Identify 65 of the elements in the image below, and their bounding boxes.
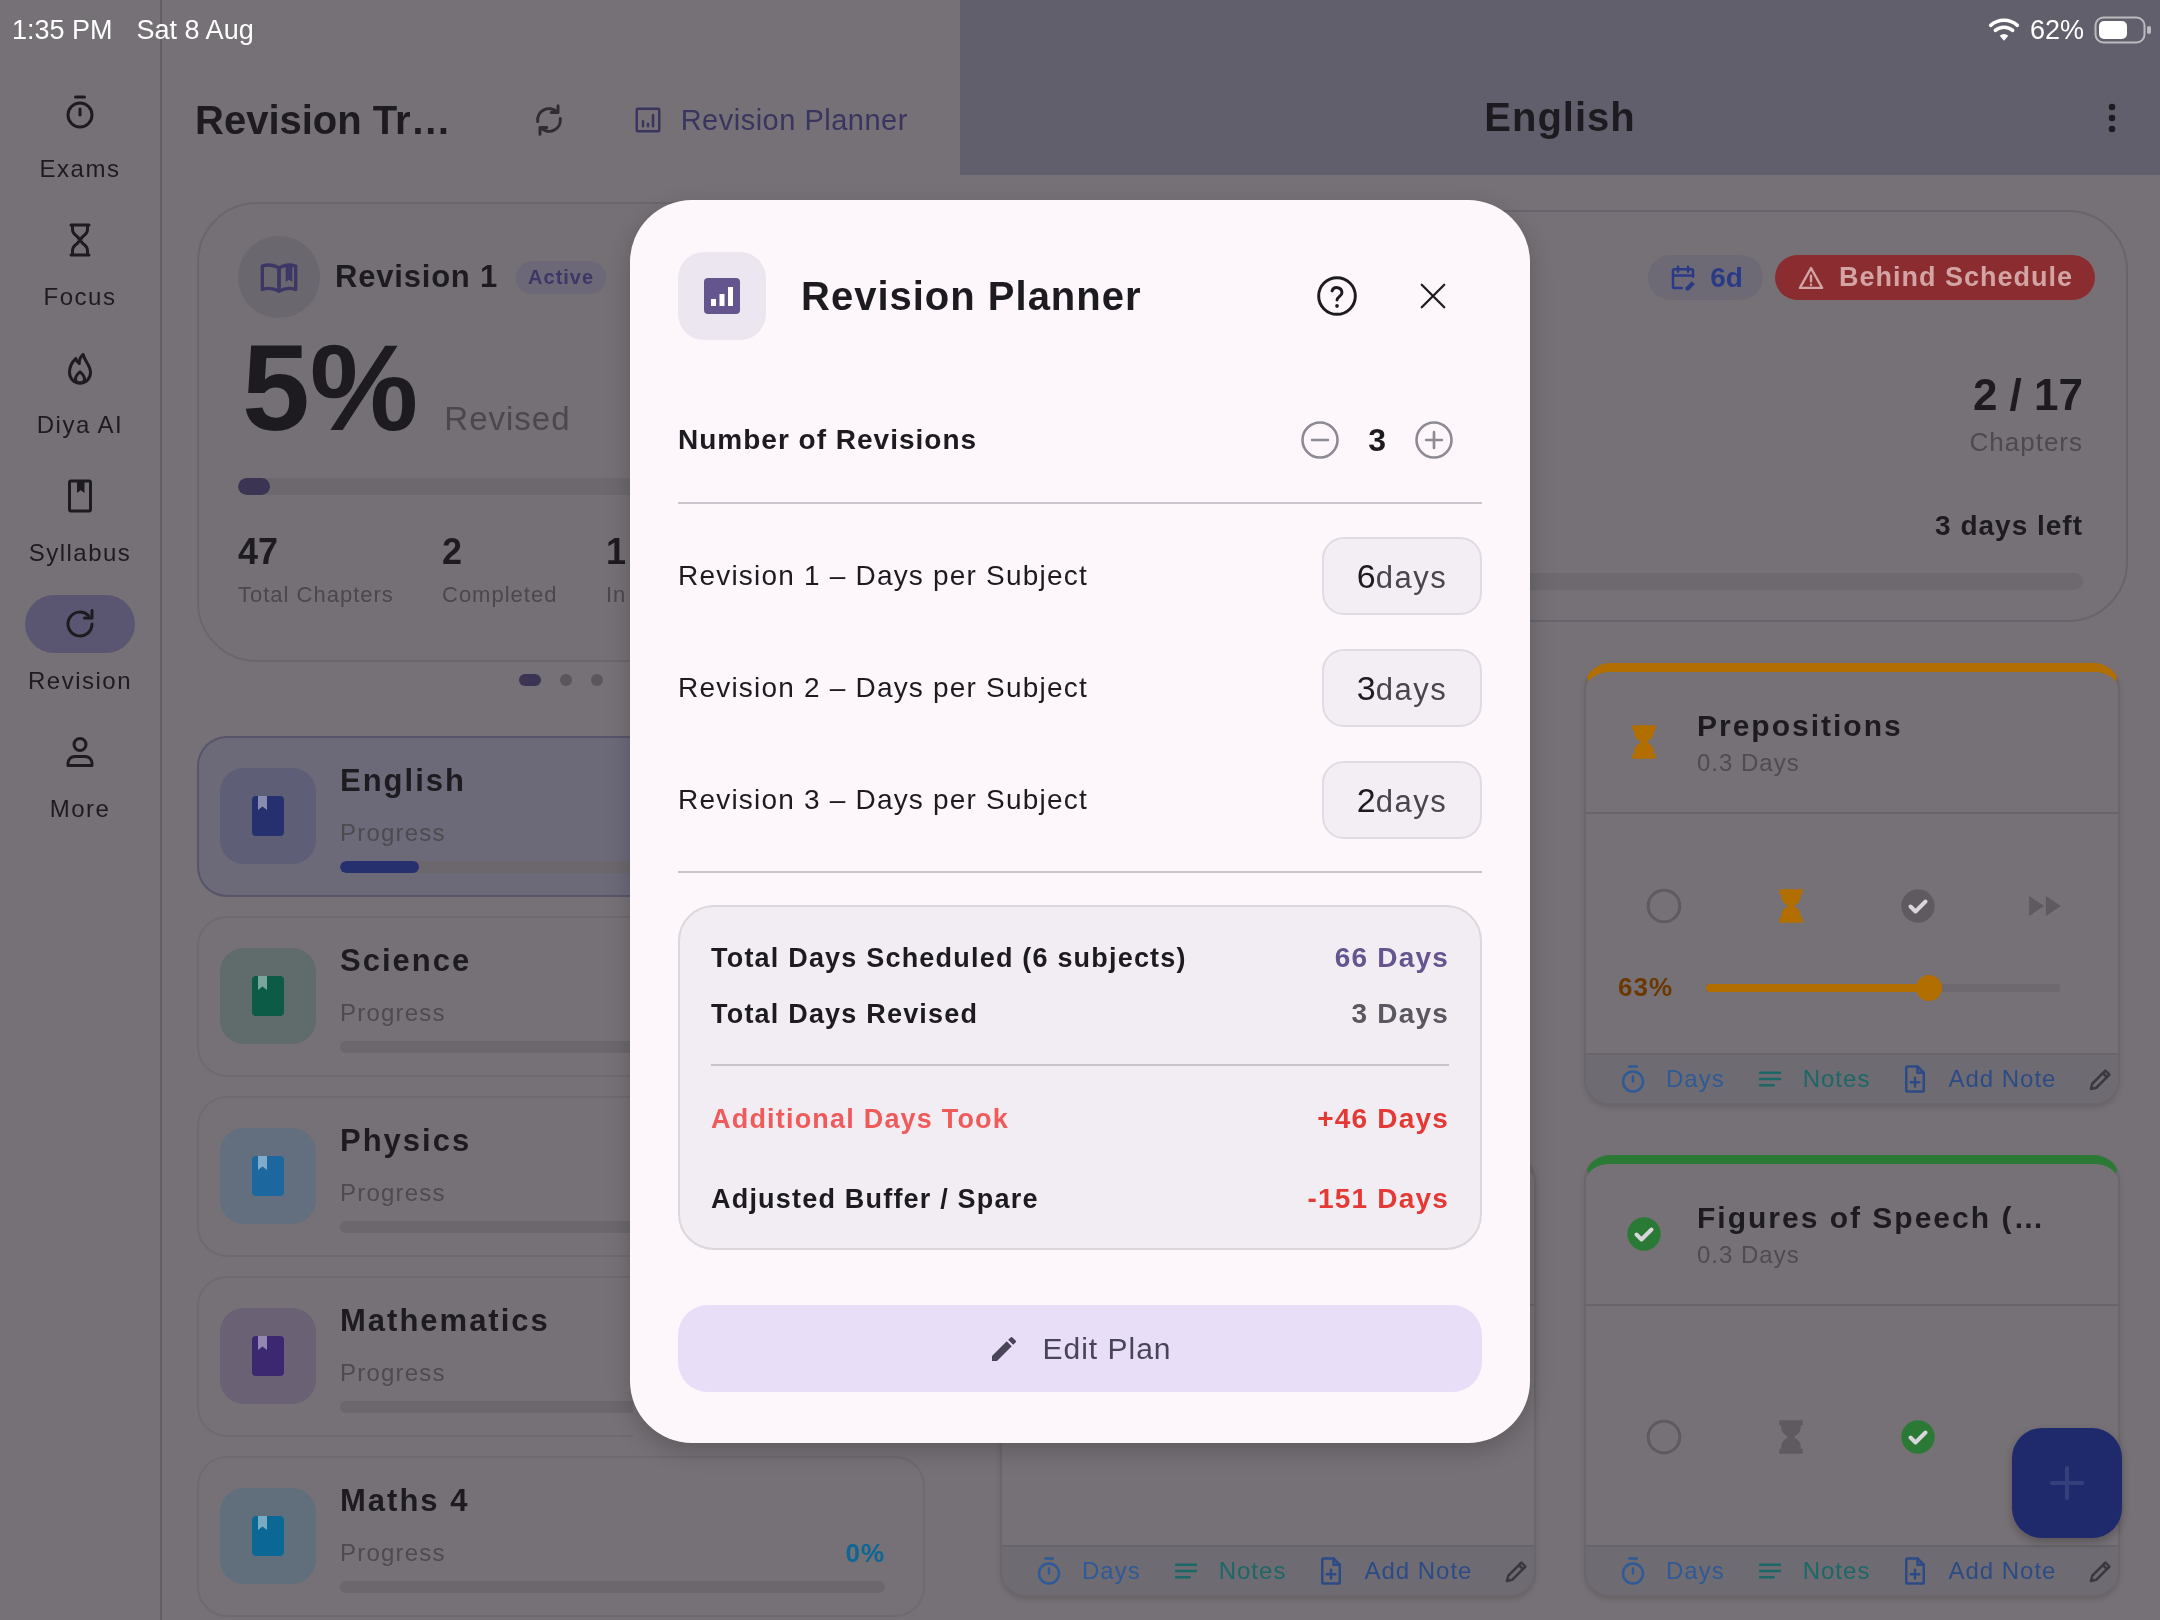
chapter-title: Figures of Speech (… [1697,1200,2046,1236]
row-label: Revision 3 – Days per Subject [678,784,1088,816]
nav-item[interactable]: Exams [0,83,160,211]
summary-label: Total Days Scheduled (6 subjects) [711,942,1187,975]
subject-name: Physics [340,1122,472,1160]
chapter-title: Prepositions [1697,708,1903,744]
summary-value: +46 Days [1317,1102,1449,1136]
subject-title: English [1484,95,1636,140]
book-icon [220,1308,316,1404]
row-label: Revision 1 – Days per Subject [678,560,1088,592]
progress-reading: 63% [1618,972,1675,1003]
summary-label: Additional Days Took [711,1103,1010,1136]
progress-percent: 0% [845,1537,885,1569]
stat-value: 1 [606,532,627,572]
minus-circle-icon[interactable] [1299,419,1342,461]
battery-percentage: 62% [2029,14,2084,46]
book-icon [220,948,316,1044]
plus-circle-icon[interactable] [1413,419,1455,461]
days-field[interactable]: 2days [1322,761,1482,839]
summary-value: 3 Days [1351,997,1449,1031]
deadline-chip[interactable]: 6d [1648,255,1763,300]
add-button[interactable] [2012,1428,2122,1538]
page-dot[interactable] [591,673,603,686]
dialog-title: Revision Planner [801,273,1142,319]
status-time: 1:35 PM [12,14,113,46]
days-field[interactable]: 6days [1322,537,1482,615]
summary-value: -151 Days [1307,1182,1449,1216]
summary-label: Total Days Revised [711,998,979,1031]
days-field[interactable]: 3days [1322,649,1482,727]
book-icon [220,768,316,864]
page-title: Revision Tr… [195,97,451,143]
nav-item[interactable]: Syllabus [0,467,160,595]
days-left: 3 days left [1935,509,2084,543]
subject-name: English [340,762,466,800]
book-icon [220,1128,316,1224]
page-dot[interactable] [560,673,572,686]
nav-item[interactable]: Focus [0,211,160,339]
percent-value: 5% [242,333,419,443]
revision-count: 3 [1368,421,1386,459]
subject-name: Science [340,942,472,980]
check-circle-icon [1624,1214,1664,1254]
count-label: Number of Revisions [678,424,978,456]
stat-value: 2 [442,532,464,572]
nav-item[interactable]: Diya AI [0,339,160,467]
badge-text: Behind Schedule [1838,262,2073,293]
subject-name: Mathematics [340,1302,550,1340]
help-icon[interactable] [1315,274,1359,318]
chapter-count: 2 / 17 [1972,369,2084,421]
revision-planner-button[interactable]: Revision Planner [632,103,908,137]
book-icon [220,1488,316,1584]
status-date: Sat 8 Aug [136,14,254,46]
revision-title: Revision 1 [335,259,499,295]
nav-item[interactable]: More [0,723,160,851]
summary-value: 66 Days [1334,941,1449,975]
summary-label: Adjusted Buffer / Spare [711,1183,1039,1216]
close-icon[interactable] [1418,281,1448,311]
open-book-icon [238,236,320,318]
battery-icon [2094,16,2152,44]
nav-item[interactable]: Revision [0,595,160,723]
slider-thumb[interactable] [1916,974,1942,1001]
subject-name: Maths 4 [340,1482,470,1520]
edit-plan-button[interactable]: Edit Plan [678,1305,1482,1392]
row-label: Revision 2 – Days per Subject [678,672,1088,704]
stat-value: 47 [238,532,280,572]
bar-chart-icon [678,252,766,340]
